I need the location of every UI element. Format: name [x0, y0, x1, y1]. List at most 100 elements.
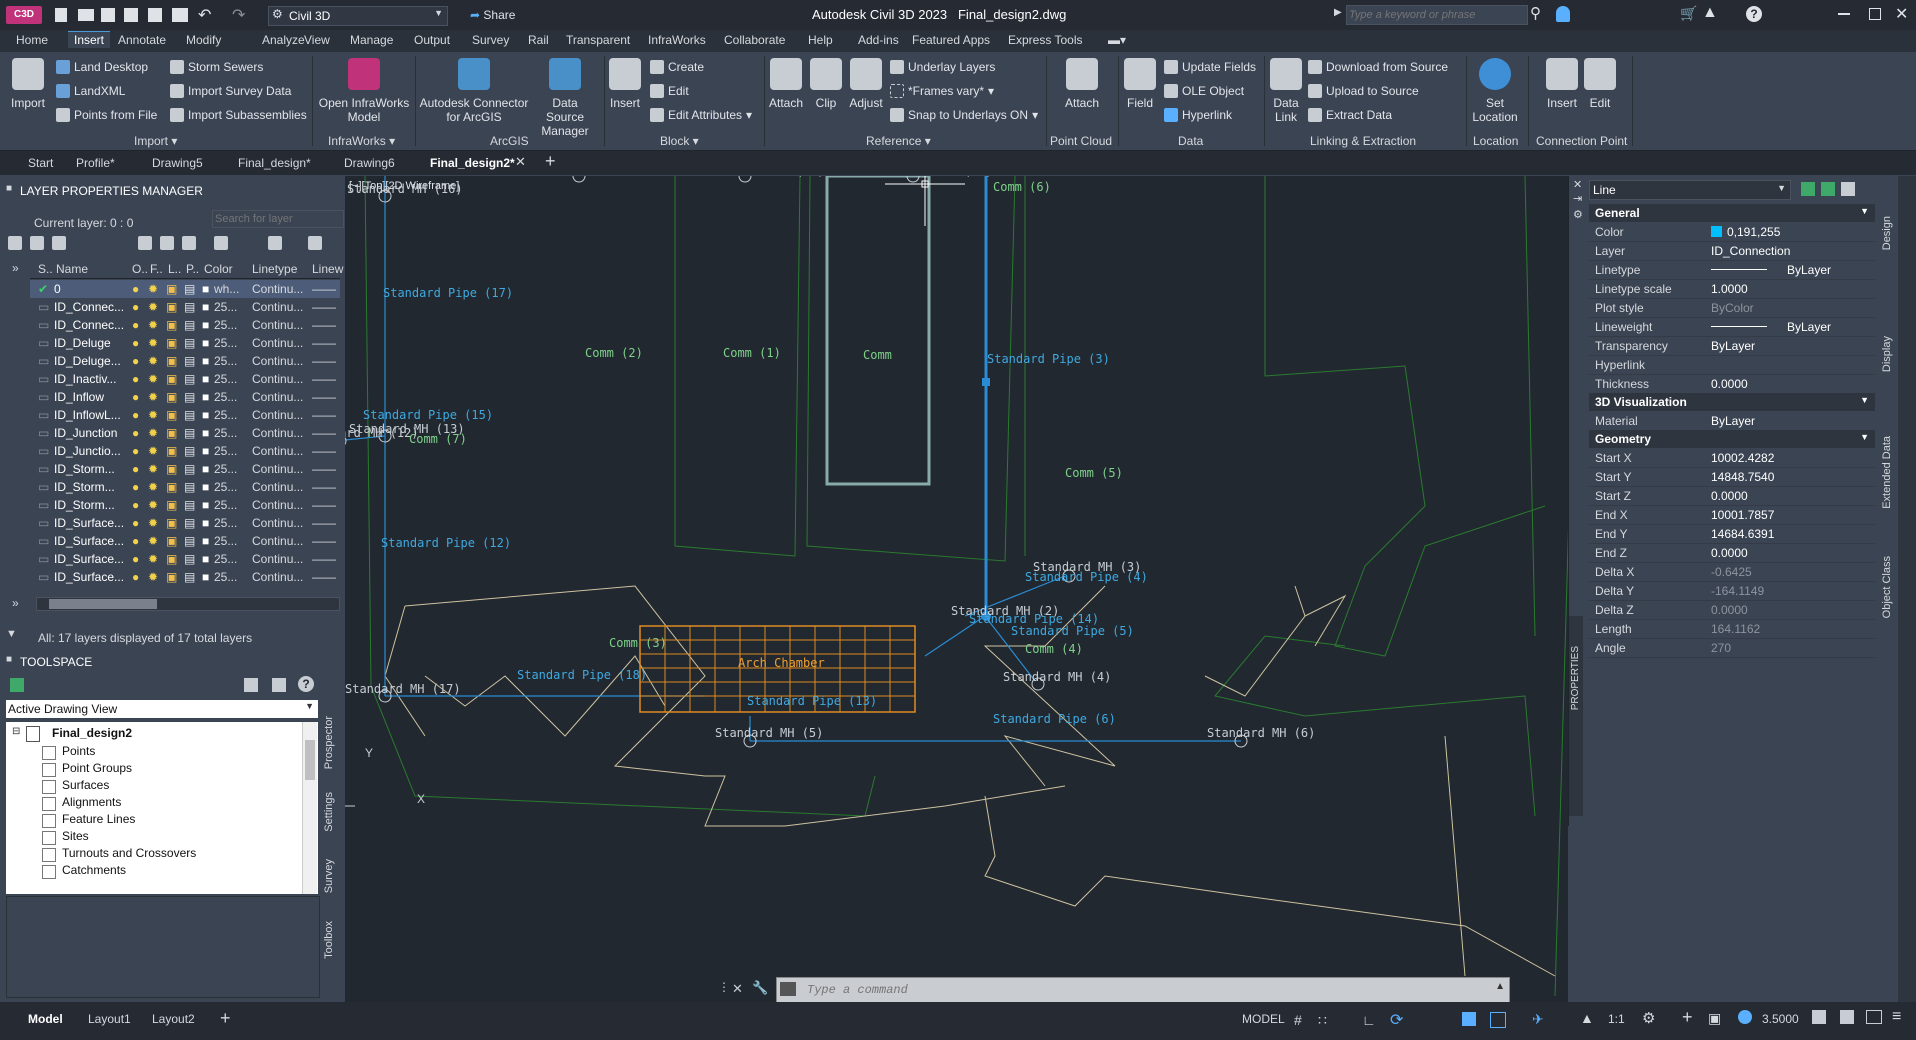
lineweight-icon[interactable]: ——: [312, 354, 336, 368]
lineweight-icon[interactable]: ——: [312, 570, 336, 584]
command-customize-icon[interactable]: 🔧: [752, 980, 768, 996]
search-expand-icon[interactable]: ▶: [1334, 7, 1342, 18]
drawing-label[interactable]: Standard Pipe (3): [987, 352, 1110, 366]
lock-icon[interactable]: ▣: [166, 480, 177, 494]
annotation-visibility-icon[interactable]: ✈: [1532, 1011, 1544, 1028]
arcgis-connector-button[interactable]: Autodesk Connector for ArcGIS: [418, 58, 530, 124]
expand-filter-icon[interactable]: »: [12, 261, 19, 275]
tab-display[interactable]: Display: [1881, 336, 1893, 372]
lock-icon[interactable]: ▣: [166, 408, 177, 422]
search-icon[interactable]: ⚲: [1530, 4, 1541, 22]
property-row[interactable]: Lineweight ByLayer: [1589, 317, 1875, 337]
lock-icon[interactable]: ▣: [166, 570, 177, 584]
tab-infraworks[interactable]: InfraWorks: [648, 33, 706, 47]
layer-color[interactable]: 25...: [214, 354, 237, 368]
lock-icon[interactable]: ▣: [166, 426, 177, 440]
layer-linetype[interactable]: Continu...: [252, 336, 303, 350]
tree-collapse-icon[interactable]: ⊟: [12, 726, 20, 737]
select-objects-icon[interactable]: [1821, 182, 1835, 196]
active-drawing-view-select[interactable]: Active Drawing View ▼: [6, 700, 318, 718]
sun-icon[interactable]: ✹: [148, 336, 158, 350]
tab-output[interactable]: Output: [414, 33, 450, 47]
layer-list-scrollbar[interactable]: [36, 597, 340, 611]
layer-row[interactable]: ▭ ID_Connec... ● ✹ ▣ ▤ ■ 25... Continu... ——: [30, 298, 340, 316]
color-swatch-icon[interactable]: ■: [202, 426, 209, 440]
tree-item[interactable]: Alignments: [62, 795, 121, 809]
lightbulb-icon[interactable]: ●: [132, 552, 139, 566]
lock-icon[interactable]: ▣: [166, 390, 177, 404]
sun-icon[interactable]: ✹: [148, 354, 158, 368]
property-row[interactable]: Hyperlink: [1589, 355, 1875, 375]
property-row[interactable]: Start Z 0.0000: [1589, 486, 1875, 506]
lock-icon[interactable]: ▣: [166, 282, 177, 296]
tab-final-design2[interactable]: Final_design2*: [430, 156, 515, 170]
hyperlink-button[interactable]: Hyperlink: [1164, 108, 1232, 122]
color-swatch-icon[interactable]: ■: [202, 462, 209, 476]
property-row[interactable]: Transparency ByLayer: [1589, 336, 1875, 356]
drawing-label[interactable]: Standard MH (18): [877, 176, 993, 178]
lightbulb-icon[interactable]: ●: [132, 516, 139, 530]
lineweight-icon[interactable]: ——: [312, 444, 336, 458]
tab-layout1[interactable]: Layout1: [88, 1012, 131, 1026]
property-value[interactable]: ByLayer: [1711, 414, 1755, 428]
ole-object-button[interactable]: OLE Object: [1164, 84, 1244, 98]
toolspace-options-icon[interactable]: [244, 678, 258, 692]
toolspace-help-icon[interactable]: ?: [298, 676, 314, 692]
property-value[interactable]: 0.0000: [1711, 489, 1748, 503]
property-row[interactable]: End X 10001.7857: [1589, 505, 1875, 525]
layer-linetype[interactable]: Continu...: [252, 570, 303, 584]
layer-search-input[interactable]: [212, 210, 344, 228]
layer-linetype[interactable]: Continu...: [252, 552, 303, 566]
property-row[interactable]: Delta Z 0.0000: [1589, 600, 1875, 620]
tree-item[interactable]: Point Groups: [62, 761, 132, 775]
col-on[interactable]: O..: [132, 262, 148, 276]
drawing-label[interactable]: Standard Pipe (15): [363, 408, 493, 422]
landxml-button[interactable]: LandXML: [56, 84, 125, 98]
tree-item[interactable]: Turnouts and Crossovers: [62, 846, 196, 860]
color-swatch-icon[interactable]: ■: [202, 534, 209, 548]
property-row[interactable]: Thickness 0.0000: [1589, 374, 1875, 394]
autodesk-account-icon[interactable]: ▲: [1702, 4, 1718, 22]
property-value[interactable]: 1.0000: [1711, 282, 1748, 296]
layer-linetype[interactable]: Continu...: [252, 534, 303, 548]
print-icon[interactable]: [172, 8, 188, 22]
tab-help[interactable]: Help: [808, 33, 833, 47]
lightbulb-icon[interactable]: ●: [132, 534, 139, 548]
lineweight-icon[interactable]: ——: [312, 534, 336, 548]
drawing-label[interactable]: Comm (2): [585, 346, 643, 360]
tab-analyze[interactable]: Analyze: [262, 33, 305, 47]
layer-linetype[interactable]: Continu...: [252, 390, 303, 404]
lineweight-icon[interactable]: ——: [312, 426, 336, 440]
land-desktop-button[interactable]: Land Desktop: [56, 60, 148, 74]
printer-icon[interactable]: ▤: [184, 318, 195, 332]
lock-icon[interactable]: ▣: [166, 516, 177, 530]
layer-color[interactable]: 25...: [214, 552, 237, 566]
properties-section[interactable]: General ▼: [1589, 204, 1875, 222]
lineweight-icon[interactable]: ——: [312, 336, 336, 350]
lock-icon[interactable]: ▣: [166, 300, 177, 314]
printer-icon[interactable]: ▤: [184, 534, 195, 548]
tab-profile[interactable]: Profile*: [76, 156, 115, 170]
layer-color[interactable]: 25...: [214, 570, 237, 584]
hardware-accel-icon[interactable]: [1738, 1010, 1752, 1024]
sun-icon[interactable]: ✹: [148, 318, 158, 332]
command-line-handle[interactable]: ⋮: [718, 980, 730, 998]
color-swatch-icon[interactable]: ■: [202, 390, 209, 404]
lock-icon[interactable]: ▣: [166, 444, 177, 458]
frames-vary-select[interactable]: *Frames vary* ▾: [890, 84, 994, 98]
create-block-button[interactable]: Create: [650, 60, 704, 74]
sun-icon[interactable]: ✹: [148, 282, 158, 296]
sun-icon[interactable]: ✹: [148, 534, 158, 548]
layer-linetype[interactable]: Continu...: [252, 372, 303, 386]
drawing-label[interactable]: Standard Pipe (5): [1011, 624, 1134, 638]
data-source-manager-button[interactable]: Data Source Manager: [532, 58, 598, 138]
layer-color[interactable]: 25...: [214, 372, 237, 386]
tab-toolspace-settings[interactable]: Settings: [323, 792, 335, 832]
property-value[interactable]: ByLayer: [1787, 320, 1831, 334]
import-subassemblies-button[interactable]: Import Subassemblies: [170, 108, 307, 122]
properties-settings-icon[interactable]: ⚙: [1573, 208, 1583, 221]
sun-icon[interactable]: ✹: [148, 480, 158, 494]
tab-manage[interactable]: Manage: [350, 33, 393, 47]
printer-icon[interactable]: ▤: [184, 570, 195, 584]
tree-item[interactable]: Surfaces: [62, 778, 109, 792]
